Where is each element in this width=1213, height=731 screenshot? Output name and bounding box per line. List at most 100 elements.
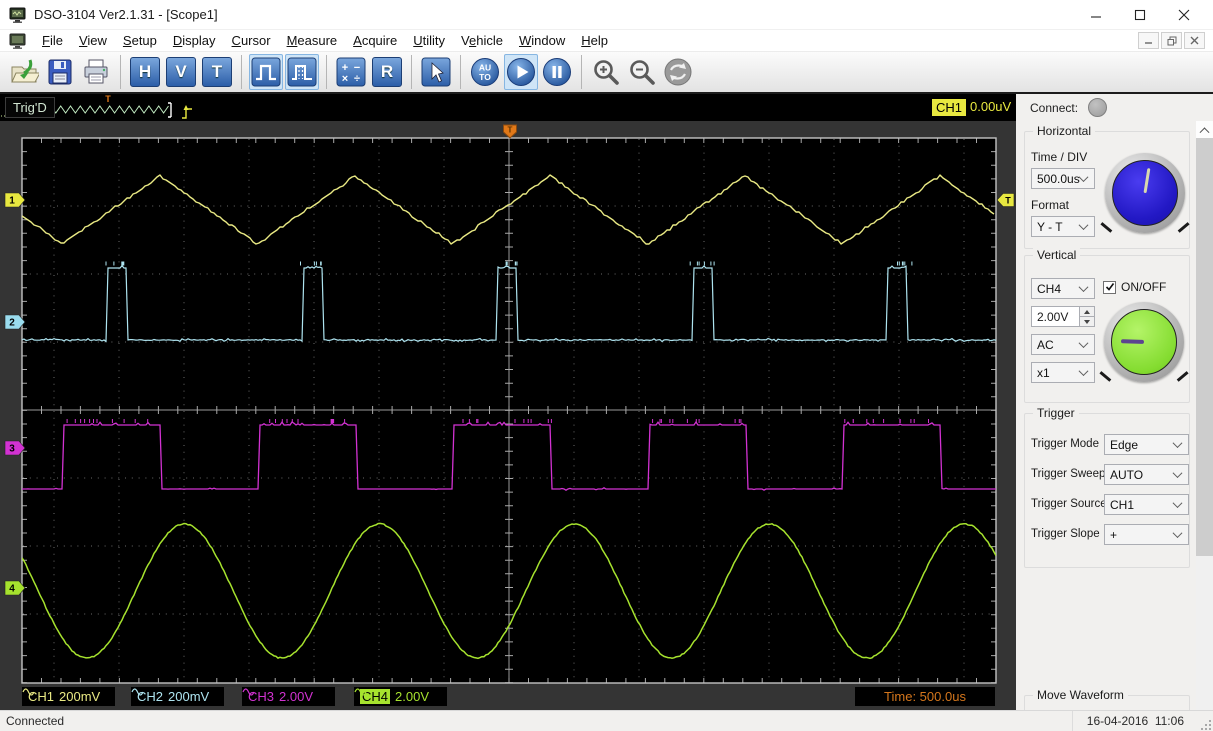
toolbar-pulse-train-button[interactable]	[285, 54, 319, 90]
format-select[interactable]: Y - T	[1031, 216, 1095, 237]
menu-vehicle[interactable]: Vehicle	[453, 31, 511, 50]
toolbar-sync-button[interactable]	[661, 54, 695, 90]
toolbar-zoom-in-button[interactable]	[589, 54, 623, 90]
trigger-edge-icon	[181, 105, 192, 119]
trigger-source-select[interactable]: CH1	[1104, 494, 1189, 515]
menu-window[interactable]: Window	[511, 31, 573, 50]
channel-label-ch3[interactable]: CH3 2.00V	[242, 687, 335, 706]
toolbar-separator	[411, 55, 412, 89]
trigger-position-marker[interactable]: T	[503, 124, 517, 139]
chevron-down-icon	[1078, 220, 1089, 231]
mdi-minimize-button[interactable]	[1138, 32, 1159, 49]
channel-label-ch4[interactable]: CH4 2.00V	[354, 687, 447, 706]
spinner-up-button[interactable]	[1080, 307, 1094, 316]
toolbar-print-button[interactable]	[79, 54, 113, 90]
minimize-button[interactable]	[1083, 4, 1109, 26]
probe-select[interactable]: x1	[1031, 362, 1095, 383]
waveform-preview[interactable]: T	[38, 94, 176, 121]
menu-measure[interactable]: Measure	[279, 31, 346, 50]
spinner-down-button[interactable]	[1080, 316, 1094, 326]
maximize-button[interactable]	[1127, 4, 1153, 26]
channel-label-ch2[interactable]: CH2 200mV	[131, 687, 224, 706]
mdi-restore-button[interactable]	[1161, 32, 1182, 49]
menu-setup[interactable]: Setup	[115, 31, 165, 50]
menu-help[interactable]: Help	[573, 31, 616, 50]
trigger-row-label: Trigger Slope	[1031, 528, 1100, 540]
channel-scale: 200mV	[168, 689, 210, 704]
coupling-select[interactable]: AC	[1031, 334, 1095, 355]
toolbar-separator	[326, 55, 327, 89]
toolbar-separator	[241, 55, 242, 89]
status-bar: Connected 16-04-2016 11:06	[0, 710, 1213, 731]
horizontal-group: Horizontal Time / DIV 500.0us Format Y -…	[1024, 124, 1190, 249]
trigger-sweep-select[interactable]: AUTO	[1104, 464, 1189, 485]
chevron-down-icon	[1078, 366, 1089, 377]
toolbar-cursor-button[interactable]	[419, 54, 453, 90]
menu-display[interactable]: Display	[165, 31, 224, 50]
scrollbar-thumb[interactable]	[1196, 138, 1213, 556]
toolbar-open-button[interactable]	[7, 54, 41, 90]
mdi-close-button[interactable]	[1184, 32, 1205, 49]
chevron-down-icon	[1172, 498, 1183, 509]
toolbar-separator	[581, 55, 582, 89]
toolbar-horizontal-setup-button[interactable]: H	[128, 54, 162, 90]
channel-scale: 2.00V	[279, 689, 313, 704]
trigger-mode-select[interactable]: Edge	[1104, 434, 1189, 455]
menu-utility[interactable]: Utility	[405, 31, 453, 50]
chevron-down-icon	[1172, 468, 1183, 479]
vertical-knob[interactable]	[1104, 302, 1184, 382]
toolbar-reference-button[interactable]: R	[370, 54, 404, 90]
control-panel: Horizontal Time / DIV 500.0us Format Y -…	[1016, 121, 1196, 710]
svg-text:TO: TO	[479, 72, 491, 82]
toolbar: H V T + − × ÷ R AU TO	[0, 52, 1213, 94]
toolbar-autoset-button[interactable]: AU TO	[468, 54, 502, 90]
trigger-row-label: Trigger Sweep	[1031, 468, 1106, 480]
window-title: DSO-3104 Ver2.1.31 - [Scope1]	[34, 7, 218, 22]
application-window: DSO-3104 Ver2.1.31 - [Scope1] File View Se…	[0, 0, 1213, 731]
close-button[interactable]	[1171, 4, 1197, 26]
chevron-down-icon	[1078, 172, 1089, 183]
channel-onoff-checkbox[interactable]: ON/OFF	[1103, 280, 1166, 294]
menu-file[interactable]: File	[34, 31, 71, 50]
ac-coupling-icon	[242, 688, 255, 696]
toolbar-math-button[interactable]: + − × ÷	[334, 54, 368, 90]
checkbox-check-icon	[1103, 280, 1116, 294]
trigger-group-title: Trigger	[1033, 406, 1079, 420]
resize-grip[interactable]	[1198, 717, 1212, 731]
toolbar-save-button[interactable]	[43, 54, 77, 90]
connect-indicator	[1088, 98, 1108, 117]
svg-text:T: T	[1005, 195, 1011, 205]
connection-status: Connected	[6, 714, 65, 728]
toolbar-zoom-out-button[interactable]	[625, 54, 659, 90]
horizontal-knob[interactable]	[1105, 153, 1185, 233]
toolbar-run-button[interactable]	[504, 54, 538, 90]
menu-view[interactable]: View	[71, 31, 115, 50]
toolbar-separator	[460, 55, 461, 89]
move-waveform-group: Move Waveform	[1024, 688, 1190, 710]
svg-text:2: 2	[9, 318, 15, 329]
menu-cursor[interactable]: Cursor	[224, 31, 279, 50]
svg-text:T: T	[508, 126, 513, 135]
svg-text:×: ×	[342, 73, 348, 85]
toolbar-pulse-width-button[interactable]	[249, 54, 283, 90]
toolbar-vertical-setup-button[interactable]: V	[164, 54, 198, 90]
format-label: Format	[1031, 198, 1070, 212]
trigger-level-marker[interactable]: T	[996, 193, 1015, 207]
chevron-down-icon	[1078, 338, 1089, 349]
trigger-slope-select[interactable]: +	[1104, 524, 1189, 545]
vertical-channel-select[interactable]: CH4	[1031, 278, 1095, 299]
time-div-select[interactable]: 500.0us	[1031, 168, 1095, 189]
toolbar-trigger-setup-button[interactable]: T	[200, 54, 234, 90]
scrollbar-up-button[interactable]	[1196, 121, 1213, 138]
menu-acquire[interactable]: Acquire	[345, 31, 405, 50]
menu-items: File View Setup Display Cursor Measure Acquire…	[34, 31, 616, 50]
panel-scrollbar[interactable]	[1196, 121, 1213, 710]
chevron-down-icon	[1172, 438, 1183, 449]
chevron-down-icon	[1172, 528, 1183, 539]
toolbar-separator	[120, 55, 121, 89]
app-icon	[9, 7, 26, 23]
toolbar-pause-button[interactable]	[540, 54, 574, 90]
channel-label-ch1[interactable]: CH1 200mV	[22, 687, 115, 706]
ac-coupling-icon	[22, 688, 35, 696]
volts-div-spinner[interactable]: 2.00V	[1031, 306, 1095, 327]
